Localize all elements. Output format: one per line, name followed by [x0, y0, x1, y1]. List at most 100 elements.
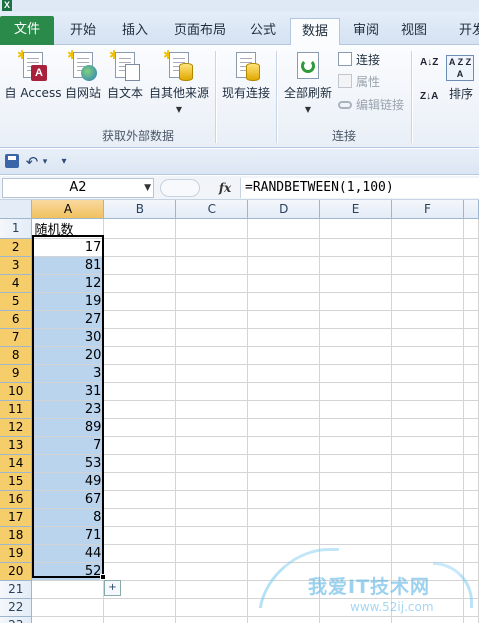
cell[interactable]	[175, 508, 249, 527]
cell[interactable]	[391, 218, 464, 239]
cell[interactable]	[463, 346, 479, 365]
row-header[interactable]: 9	[0, 364, 33, 383]
cell[interactable]	[463, 292, 479, 311]
cell[interactable]	[175, 580, 249, 599]
sort-descending-button[interactable]: Z↓A	[420, 91, 438, 102]
row-header[interactable]: 15	[0, 472, 33, 491]
cell-a8[interactable]: 20	[31, 346, 105, 365]
row-header[interactable]: 5	[0, 292, 33, 311]
cell[interactable]	[463, 400, 479, 419]
from-text-button[interactable]: ✱ 自文本	[105, 49, 145, 101]
cell[interactable]	[247, 418, 321, 437]
cell[interactable]	[463, 598, 479, 617]
cell-a4[interactable]: 12	[31, 274, 105, 293]
cell[interactable]	[391, 364, 464, 383]
cell[interactable]	[103, 238, 177, 257]
cell-a18[interactable]: 71	[31, 526, 105, 545]
row-header[interactable]: 17	[0, 508, 33, 527]
cell[interactable]	[247, 472, 321, 491]
cell[interactable]	[319, 580, 393, 599]
tab-insert[interactable]: 插入	[112, 18, 158, 45]
cell-a7[interactable]: 30	[31, 328, 105, 347]
existing-connections-button[interactable]: 现有连接	[220, 50, 272, 101]
cell[interactable]	[319, 526, 393, 545]
column-header-d[interactable]: D	[247, 200, 321, 219]
cell[interactable]	[463, 418, 479, 437]
cell[interactable]	[463, 508, 479, 527]
select-all-corner[interactable]	[0, 200, 33, 219]
cell[interactable]	[319, 490, 393, 509]
cell[interactable]	[175, 544, 249, 563]
cell[interactable]	[103, 274, 177, 293]
formula-input[interactable]: =RANDBETWEEN(1,100)	[240, 178, 479, 198]
cell-a3[interactable]: 81	[31, 256, 105, 275]
tab-developer[interactable]: 开发	[452, 18, 479, 45]
cell[interactable]	[175, 238, 249, 257]
row-header[interactable]: 12	[0, 418, 33, 437]
cell[interactable]	[463, 526, 479, 545]
cell[interactable]	[175, 562, 249, 581]
cell[interactable]	[247, 364, 321, 383]
cell[interactable]	[247, 526, 321, 545]
cell-a6[interactable]: 27	[31, 310, 105, 329]
tab-home[interactable]: 开始	[58, 18, 108, 45]
cell[interactable]	[247, 490, 321, 509]
cell[interactable]	[391, 418, 464, 437]
cell[interactable]	[391, 544, 464, 563]
cell[interactable]	[319, 508, 393, 527]
cell[interactable]	[463, 436, 479, 455]
row-header[interactable]: 2	[0, 238, 33, 257]
cell[interactable]	[247, 274, 321, 293]
cell[interactable]	[175, 328, 249, 347]
row-header[interactable]: 20	[0, 562, 33, 581]
cell[interactable]	[463, 328, 479, 347]
cell[interactable]	[319, 346, 393, 365]
cell[interactable]	[247, 292, 321, 311]
cell[interactable]	[463, 580, 479, 599]
cell[interactable]	[247, 436, 321, 455]
cell[interactable]	[391, 562, 464, 581]
connections-button[interactable]: 连接	[338, 50, 380, 70]
cell[interactable]	[175, 616, 249, 623]
cell[interactable]	[103, 292, 177, 311]
cell[interactable]	[175, 382, 249, 401]
cell[interactable]	[391, 436, 464, 455]
undo-dropdown-icon[interactable]: ▾	[40, 154, 50, 170]
cell[interactable]	[175, 436, 249, 455]
cell[interactable]	[103, 454, 177, 473]
cell[interactable]	[103, 418, 177, 437]
cell[interactable]	[247, 454, 321, 473]
chevron-down-icon[interactable]: ▼	[144, 179, 151, 197]
cell[interactable]	[391, 310, 464, 329]
properties-button[interactable]: 属性	[338, 72, 380, 92]
cell[interactable]	[247, 256, 321, 275]
cell[interactable]	[319, 382, 393, 401]
cell[interactable]	[319, 218, 393, 239]
row-header[interactable]: 22	[0, 598, 33, 617]
auto-fill-options-button[interactable]: +	[104, 580, 121, 596]
cell[interactable]	[319, 418, 393, 437]
cell[interactable]	[103, 616, 177, 623]
cell[interactable]	[175, 526, 249, 545]
cell[interactable]	[319, 616, 393, 623]
cell-a22[interactable]	[31, 598, 105, 617]
tab-review[interactable]: 审阅	[344, 18, 388, 45]
cell[interactable]	[103, 436, 177, 455]
save-button[interactable]	[5, 154, 21, 170]
cell[interactable]	[391, 454, 464, 473]
tab-file[interactable]: 文件	[0, 16, 54, 45]
row-header[interactable]: 23	[0, 616, 33, 623]
cell[interactable]	[391, 292, 464, 311]
formula-bar-expand-handle[interactable]	[160, 179, 200, 197]
cell[interactable]	[319, 454, 393, 473]
row-header[interactable]: 6	[0, 310, 33, 329]
cell-a5[interactable]: 19	[31, 292, 105, 311]
tab-formulas[interactable]: 公式	[240, 18, 286, 45]
cell[interactable]	[247, 346, 321, 365]
cell[interactable]	[103, 598, 177, 617]
cell[interactable]	[463, 274, 479, 293]
cell[interactable]	[103, 364, 177, 383]
cell[interactable]	[319, 544, 393, 563]
column-header-f[interactable]: F	[391, 200, 464, 219]
cell[interactable]	[391, 580, 464, 599]
